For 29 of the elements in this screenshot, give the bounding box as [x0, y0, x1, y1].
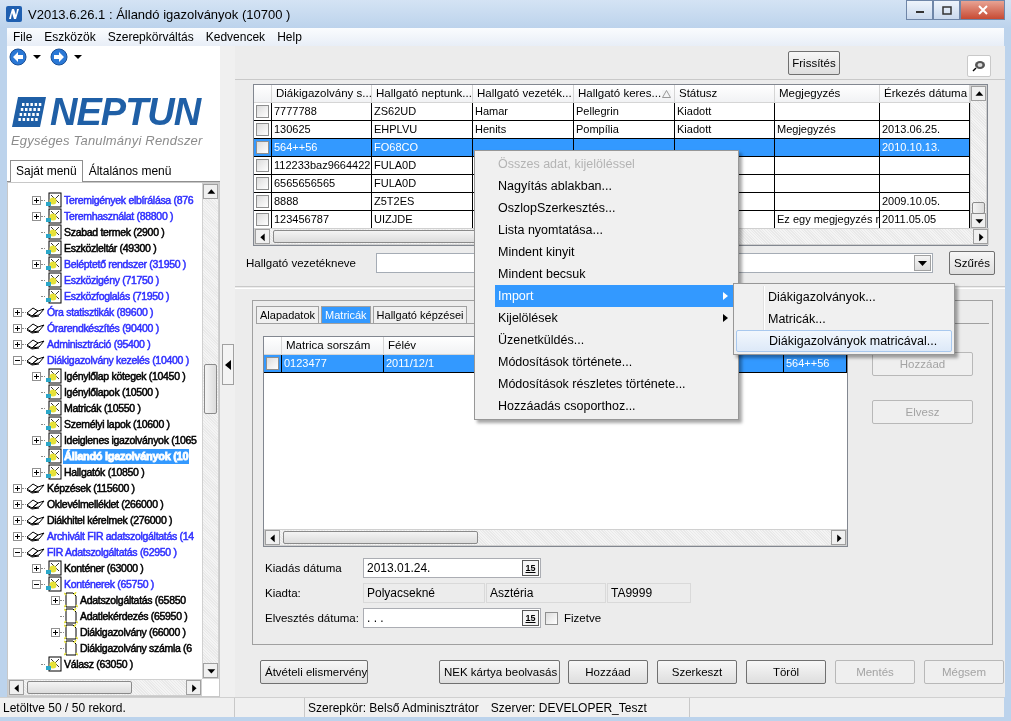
table-cell: FULA0D — [372, 157, 473, 175]
table-cell: Z5T2ES — [372, 193, 473, 211]
status-text: Szerver: DEVELOPER_Teszt — [489, 700, 648, 717]
read-only-field: TA9999 — [607, 583, 691, 603]
table-cell: 6565656565 — [272, 175, 372, 193]
logo-text: NEPTUN — [50, 90, 201, 134]
table-cell: ZS62UD — [372, 103, 473, 121]
table-cell: 564++56 — [272, 139, 372, 157]
table-cell: 8888 — [272, 193, 372, 211]
table-cell: Pellegrin — [574, 103, 675, 121]
table-cell: 7777788 — [272, 103, 372, 121]
table-cell: FO68CO — [372, 139, 473, 157]
field-label: Elvesztés dátuma: — [264, 612, 360, 624]
table-cell: Hamar — [473, 103, 574, 121]
status-text: Letöltve 50 / 50 rekord. — [0, 698, 235, 717]
logo-tagline: Egységes Tanulmányi Rendszer — [11, 133, 204, 148]
field-value: 2013.01.24. — [367, 561, 431, 575]
read-only-field: Asztéria — [486, 583, 606, 603]
field-label: Kiadás dátuma — [264, 562, 343, 574]
table-cell: 0123477 — [282, 355, 384, 373]
window-title: V2013.6.26.1 : Állandó igazolványok (10700 ) — [28, 6, 291, 22]
table-cell: 112233baz9664422 — [272, 157, 372, 175]
field-label: Hallgató vezetékneve — [246, 257, 357, 269]
status-text: Szerepkör: Belső Adminisztrátor — [307, 700, 480, 717]
read-only-field: Polyacsekné — [363, 583, 485, 603]
table-cell: FULA0D — [372, 175, 473, 193]
field-label: Kiadta: — [264, 587, 302, 599]
field-value: . . . — [367, 611, 384, 625]
table-cell: Kiadott — [675, 103, 775, 121]
